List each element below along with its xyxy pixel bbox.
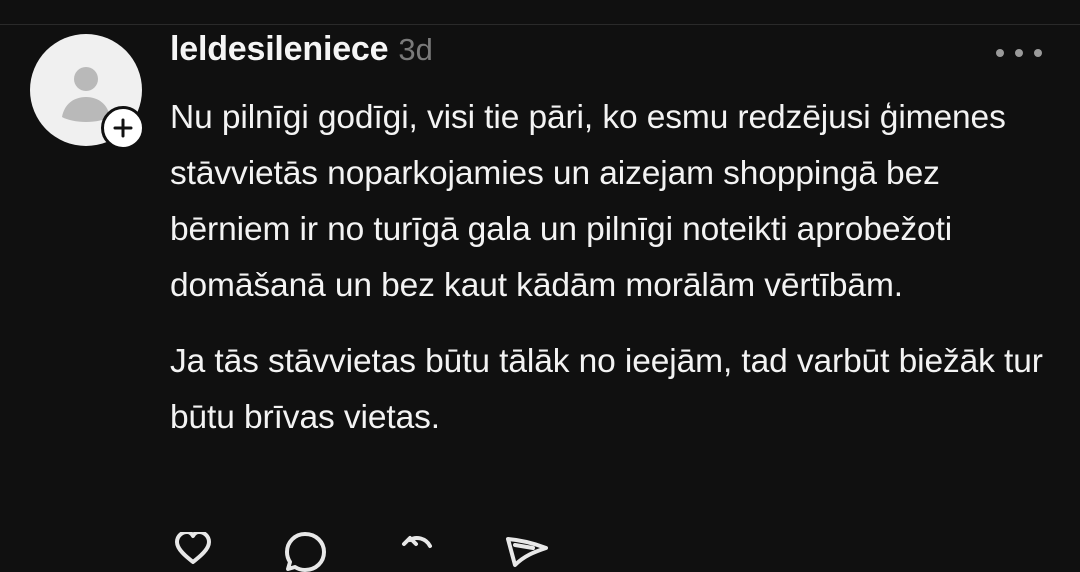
more-horizontal-icon xyxy=(996,49,1004,57)
repost-icon[interactable] xyxy=(392,532,438,572)
comment-text: Nu pilnīgi godīgi, visi tie pāri, ko esm… xyxy=(170,90,1050,446)
comment-paragraph-2: Ja tās stāvvietas būtu tālāk no ieejām, … xyxy=(170,343,1043,436)
plus-icon xyxy=(113,118,133,138)
follow-button[interactable] xyxy=(101,106,145,150)
action-bar xyxy=(170,532,590,572)
more-options-button[interactable] xyxy=(996,42,1042,64)
more-horizontal-icon xyxy=(1015,49,1023,57)
send-icon[interactable] xyxy=(504,532,550,572)
more-horizontal-icon xyxy=(1034,49,1042,57)
comment-bubble-icon[interactable] xyxy=(282,532,328,572)
username-link[interactable]: leldesileniece xyxy=(170,30,389,69)
timestamp: 3d xyxy=(398,32,433,67)
heart-icon[interactable] xyxy=(170,532,216,572)
comment-paragraph-1: Nu pilnīgi godīgi, visi tie pāri, ko esm… xyxy=(170,99,1006,304)
comment-post: leldesileniece 3d Nu pilnīgi godīgi, vis… xyxy=(0,0,1080,572)
comment-header: leldesileniece 3d xyxy=(170,30,433,78)
